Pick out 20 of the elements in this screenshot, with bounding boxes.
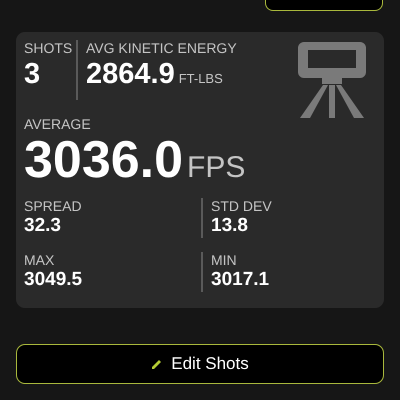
stat-value: 3049.5 [24, 268, 82, 292]
stat-label: SHOTS [24, 40, 74, 56]
stat-value: 32.3 [24, 214, 62, 238]
stat-label: SPREAD [24, 198, 82, 214]
stat-value: 3017.1 [211, 268, 270, 292]
pencil-icon [151, 358, 164, 370]
average-value: 3036.0 [24, 132, 184, 188]
unit-label: FPS [187, 151, 246, 185]
button[interactable] [265, 0, 383, 11]
stat-label: MAX [24, 252, 56, 268]
unit-label: FT-LBS [178, 71, 223, 86]
stat-label: AVG KINETIC ENERGY [86, 40, 238, 56]
stat-label: AVERAGE [24, 116, 92, 132]
tripod-camera-icon [298, 42, 366, 118]
edit-shots-button[interactable]: Edit Shots [16, 344, 384, 384]
stat-label: MIN [211, 252, 238, 268]
stat-value: 13.8 [211, 214, 249, 238]
stat-value: 2864.9 [86, 57, 175, 92]
stat-label: STD DEV [211, 198, 272, 214]
stat-value: 3 [24, 57, 40, 92]
